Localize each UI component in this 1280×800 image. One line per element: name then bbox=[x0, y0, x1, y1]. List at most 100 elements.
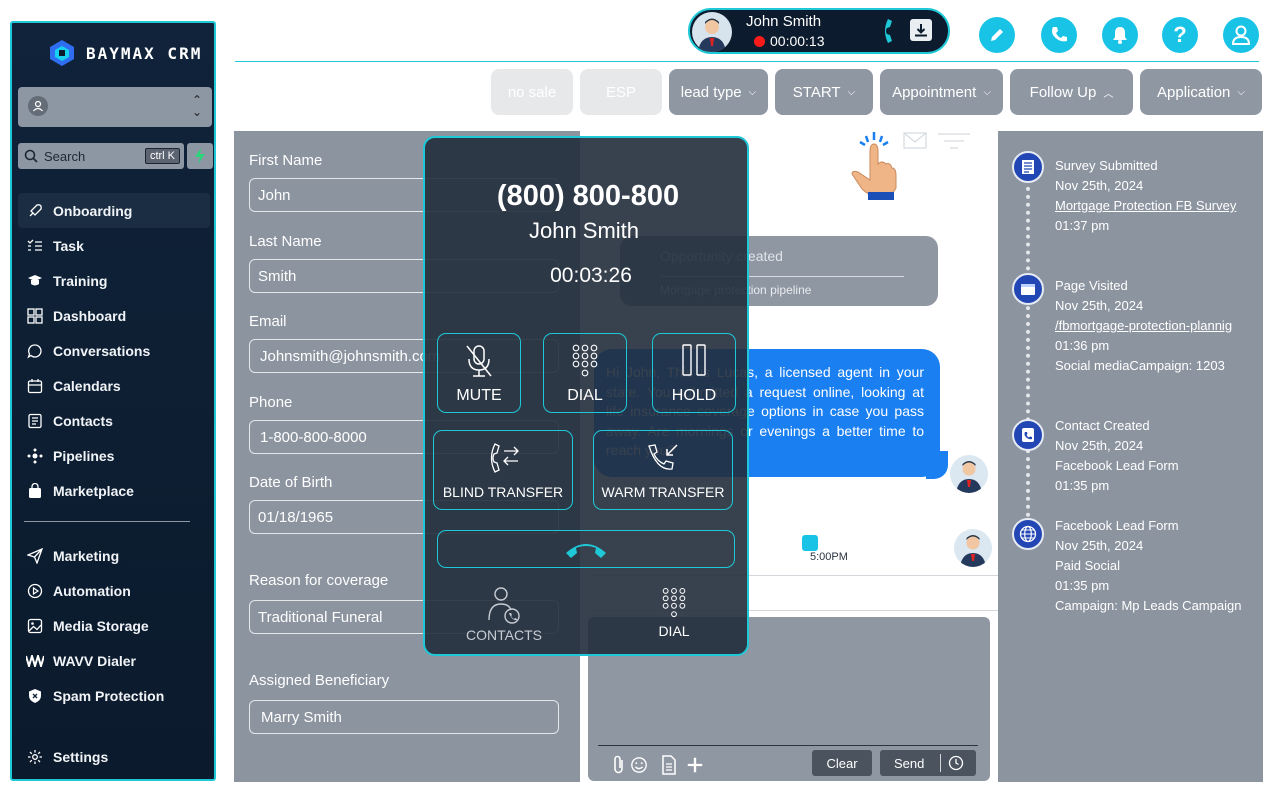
sidebar-item-label: Training bbox=[53, 272, 108, 289]
microphone-muted-icon bbox=[466, 345, 492, 377]
sidebar-item-calendars[interactable]: Calendars bbox=[18, 368, 210, 403]
calendar-icon bbox=[26, 377, 44, 395]
baymax-logo-icon bbox=[50, 40, 74, 66]
contact-card-icon bbox=[26, 412, 44, 430]
help-icon: ? bbox=[1173, 22, 1187, 47]
clear-button[interactable]: Clear bbox=[812, 750, 872, 776]
quick-action-button[interactable] bbox=[187, 143, 213, 169]
stage-appointment[interactable]: Appointment ⌵ bbox=[880, 69, 1003, 115]
sidebar: BAYMAX CRM ⌃ ⌄ Search ctrl K Onboarding T bbox=[10, 21, 216, 781]
send-button[interactable]: Send bbox=[880, 750, 976, 776]
sidebar-item-pipelines[interactable]: Pipelines bbox=[18, 438, 210, 473]
profile-button[interactable] bbox=[1223, 17, 1259, 53]
brand-logo[interactable]: BAYMAX CRM bbox=[46, 37, 202, 69]
document-icon[interactable] bbox=[660, 755, 678, 775]
timeline-entry-time: 01:35 pm bbox=[1055, 478, 1110, 493]
dial-pad-button[interactable]: DIAL bbox=[599, 586, 749, 639]
call-button[interactable] bbox=[1041, 17, 1077, 53]
chat-bubble-icon bbox=[26, 342, 44, 360]
sidebar-item-automation[interactable]: Automation bbox=[18, 573, 210, 608]
edit-button[interactable] bbox=[979, 17, 1015, 53]
user-icon bbox=[1231, 25, 1251, 45]
stage-no-sale[interactable]: no sale bbox=[491, 69, 573, 115]
pause-icon bbox=[682, 344, 706, 376]
sidebar-item-task[interactable]: Task bbox=[18, 228, 210, 263]
timeline-entry: Page Visited Nov 25th, 2024 /fbmortgage-… bbox=[1055, 276, 1232, 376]
dial-button[interactable]: DIAL bbox=[543, 333, 627, 413]
timeline-entry: Survey Submitted Nov 25th, 2024 Mortgage… bbox=[1055, 156, 1236, 236]
blind-transfer-button[interactable]: BLIND TRANSFER bbox=[433, 430, 573, 510]
stage-label: lead type bbox=[680, 83, 742, 101]
dialer-call-timer: 00:03:26 bbox=[550, 264, 632, 287]
active-call-widget[interactable]: John Smith 00:00:13 bbox=[688, 8, 950, 54]
chevron-down-icon: ⌵ bbox=[748, 86, 757, 98]
sidebar-item-spam-protection[interactable]: Spam Protection bbox=[18, 678, 210, 713]
sidebar-item-training[interactable]: Training bbox=[18, 263, 210, 298]
timeline-entry-title: Contact Created bbox=[1055, 418, 1150, 433]
download-icon bbox=[915, 24, 927, 37]
gear-icon bbox=[26, 748, 44, 766]
download-button[interactable] bbox=[910, 19, 932, 41]
hang-up-button[interactable] bbox=[437, 530, 735, 568]
updown-chevron-icon: ⌃ ⌄ bbox=[191, 93, 202, 119]
timeline-entry-date: Nov 25th, 2024 bbox=[1055, 298, 1144, 313]
account-switcher[interactable]: ⌃ ⌄ bbox=[18, 87, 212, 127]
brand-name: BAYMAX CRM bbox=[86, 43, 203, 63]
stage-follow-up[interactable]: Follow Up ︿ bbox=[1010, 69, 1133, 115]
sidebar-item-marketing[interactable]: Marketing bbox=[18, 538, 210, 573]
stage-start[interactable]: START ⌵ bbox=[775, 69, 873, 115]
paperclip-icon[interactable] bbox=[610, 755, 628, 775]
mute-label: MUTE bbox=[456, 387, 502, 404]
sidebar-divider bbox=[24, 521, 190, 522]
sidebar-item-label: Marketing bbox=[53, 547, 120, 564]
beneficiary-field[interactable]: Marry Smith bbox=[249, 700, 559, 734]
lightning-icon bbox=[195, 148, 205, 164]
sidebar-item-contacts[interactable]: Contacts bbox=[18, 403, 210, 438]
survey-icon bbox=[1012, 151, 1044, 183]
sidebar-search[interactable]: Search ctrl K bbox=[18, 143, 184, 169]
sidebar-item-label: WAVV Dialer bbox=[53, 652, 136, 669]
timeline-entry-link[interactable]: /fbmortgage-protection-plannig bbox=[1055, 316, 1232, 336]
timeline-entry-title: Page Visited bbox=[1055, 278, 1128, 293]
sidebar-item-settings[interactable]: Settings bbox=[18, 739, 210, 774]
dialer-modal: (800) 800-800 John Smith 00:03:26 MUTE D… bbox=[423, 136, 749, 656]
app-root: BAYMAX CRM ⌃ ⌄ Search ctrl K Onboarding T bbox=[0, 0, 1280, 800]
phone-handset-icon[interactable] bbox=[880, 16, 902, 46]
plus-icon[interactable] bbox=[686, 755, 704, 775]
help-button[interactable]: ? bbox=[1162, 17, 1198, 53]
stage-application[interactable]: Application ⌵ bbox=[1140, 69, 1262, 115]
notifications-button[interactable] bbox=[1102, 17, 1138, 53]
sidebar-item-media-storage[interactable]: Media Storage bbox=[18, 608, 210, 643]
hold-button[interactable]: HOLD bbox=[652, 333, 736, 413]
grid-icon bbox=[26, 307, 44, 325]
clock-icon[interactable] bbox=[948, 755, 964, 771]
sidebar-item-wavv-dialer[interactable]: WAVV Dialer bbox=[18, 643, 210, 678]
timeline-entry-date: Nov 25th, 2024 bbox=[1055, 538, 1144, 553]
mute-button[interactable]: MUTE bbox=[437, 333, 521, 413]
chevron-up-icon: ︿ bbox=[1103, 88, 1114, 100]
blind-transfer-label: BLIND TRANSFER bbox=[442, 484, 564, 500]
sidebar-item-label: Spam Protection bbox=[53, 687, 165, 704]
active-call-timer-wrap: 00:00:13 bbox=[754, 33, 825, 49]
sidebar-item-marketplace[interactable]: Marketplace bbox=[18, 473, 210, 508]
account-avatar-icon bbox=[28, 96, 48, 116]
emoji-icon[interactable] bbox=[630, 755, 648, 775]
timeline-entry: Facebook Lead Form Nov 25th, 2024 Paid S… bbox=[1055, 516, 1241, 616]
timeline-entry-source: Facebook Lead Form bbox=[1055, 458, 1179, 473]
dialer-number: (800) 800-800 bbox=[496, 180, 680, 212]
bell-icon bbox=[1113, 27, 1127, 44]
stage-lead-type[interactable]: lead type ⌵ bbox=[669, 69, 768, 115]
composer-divider bbox=[598, 745, 978, 746]
sidebar-item-conversations[interactable]: Conversations bbox=[18, 333, 210, 368]
contacts-button[interactable]: CONTACTS bbox=[429, 586, 579, 643]
activity-timeline-panel: Survey Submitted Nov 25th, 2024 Mortgage… bbox=[998, 131, 1263, 782]
sidebar-item-dashboard[interactable]: Dashboard bbox=[18, 298, 210, 333]
pointing-hand-icon bbox=[851, 132, 897, 200]
shopping-bag-icon bbox=[26, 482, 44, 500]
stage-esp[interactable]: ESP bbox=[580, 69, 662, 115]
contact-phone-icon bbox=[1012, 419, 1044, 451]
sidebar-item-onboarding[interactable]: Onboarding bbox=[18, 193, 210, 228]
sidebar-item-label: Conversations bbox=[53, 342, 151, 359]
warm-transfer-button[interactable]: WARM TRANSFER bbox=[593, 430, 733, 510]
timeline-entry-link[interactable]: Mortgage Protection FB Survey bbox=[1055, 196, 1236, 216]
